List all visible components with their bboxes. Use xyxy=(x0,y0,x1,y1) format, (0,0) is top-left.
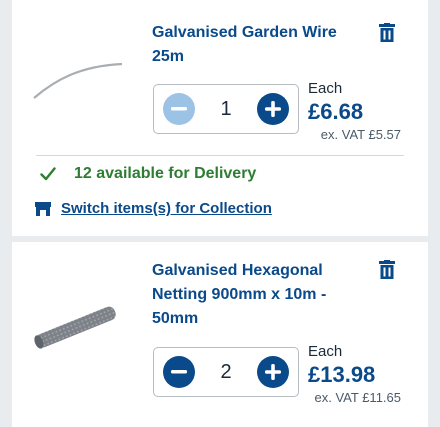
switch-to-collection-link[interactable]: Switch items(s) for Collection xyxy=(34,200,272,217)
delivery-text: 12 available for Delivery xyxy=(74,165,257,182)
product-title[interactable]: Galvanised Garden Wire 25m xyxy=(152,21,337,69)
plus-icon xyxy=(265,364,281,380)
quantity-value[interactable]: 2 xyxy=(204,348,248,396)
product-title-line[interactable]: Netting 900mm x 10m - xyxy=(152,283,326,307)
unit-price: £13.98 xyxy=(308,362,376,387)
delivery-availability: 12 available for Delivery xyxy=(40,165,256,183)
price-block: Each £13.98 ex. VAT £11.65 xyxy=(308,343,401,405)
trash-icon[interactable] xyxy=(378,23,396,43)
collection-link-text[interactable]: Switch items(s) for Collection xyxy=(61,200,272,217)
garden-wire-image xyxy=(33,62,123,99)
divider xyxy=(36,155,404,156)
product-title-line[interactable]: 50mm xyxy=(152,307,326,331)
store-icon xyxy=(35,201,51,216)
product-title-line[interactable]: Galvanised Garden Wire xyxy=(152,21,337,45)
product-title-line[interactable]: 25m xyxy=(152,45,337,69)
plus-icon xyxy=(265,101,281,117)
basket-item-card: Galvanised Garden Wire 25m 1 Each £6.68 … xyxy=(12,0,428,236)
trash-icon[interactable] xyxy=(378,260,396,280)
increase-quantity-button[interactable] xyxy=(257,356,289,388)
decrease-quantity-button[interactable] xyxy=(163,356,195,388)
hexagonal-netting-image xyxy=(34,306,116,349)
ex-vat-price: ex. VAT £11.65 xyxy=(314,390,401,405)
ex-vat-price: ex. VAT £5.57 xyxy=(320,127,401,142)
quantity-stepper[interactable]: 1 xyxy=(153,84,299,134)
decrease-quantity-button[interactable] xyxy=(163,93,195,125)
product-title-line[interactable]: Galvanised Hexagonal xyxy=(152,259,326,283)
increase-quantity-button[interactable] xyxy=(257,93,289,125)
price-block: Each £6.68 ex. VAT £5.57 xyxy=(308,80,401,142)
minus-icon xyxy=(171,370,187,374)
quantity-value[interactable]: 1 xyxy=(204,85,248,133)
quantity-stepper[interactable]: 2 xyxy=(153,347,299,397)
minus-icon xyxy=(171,107,187,111)
each-label: Each xyxy=(308,80,343,97)
each-label: Each xyxy=(308,343,343,360)
product-title[interactable]: Galvanised Hexagonal Netting 900mm x 10m… xyxy=(152,259,326,331)
basket-item-card: Galvanised Hexagonal Netting 900mm x 10m… xyxy=(12,242,428,427)
check-icon xyxy=(40,167,56,181)
unit-price: £6.68 xyxy=(308,99,364,124)
